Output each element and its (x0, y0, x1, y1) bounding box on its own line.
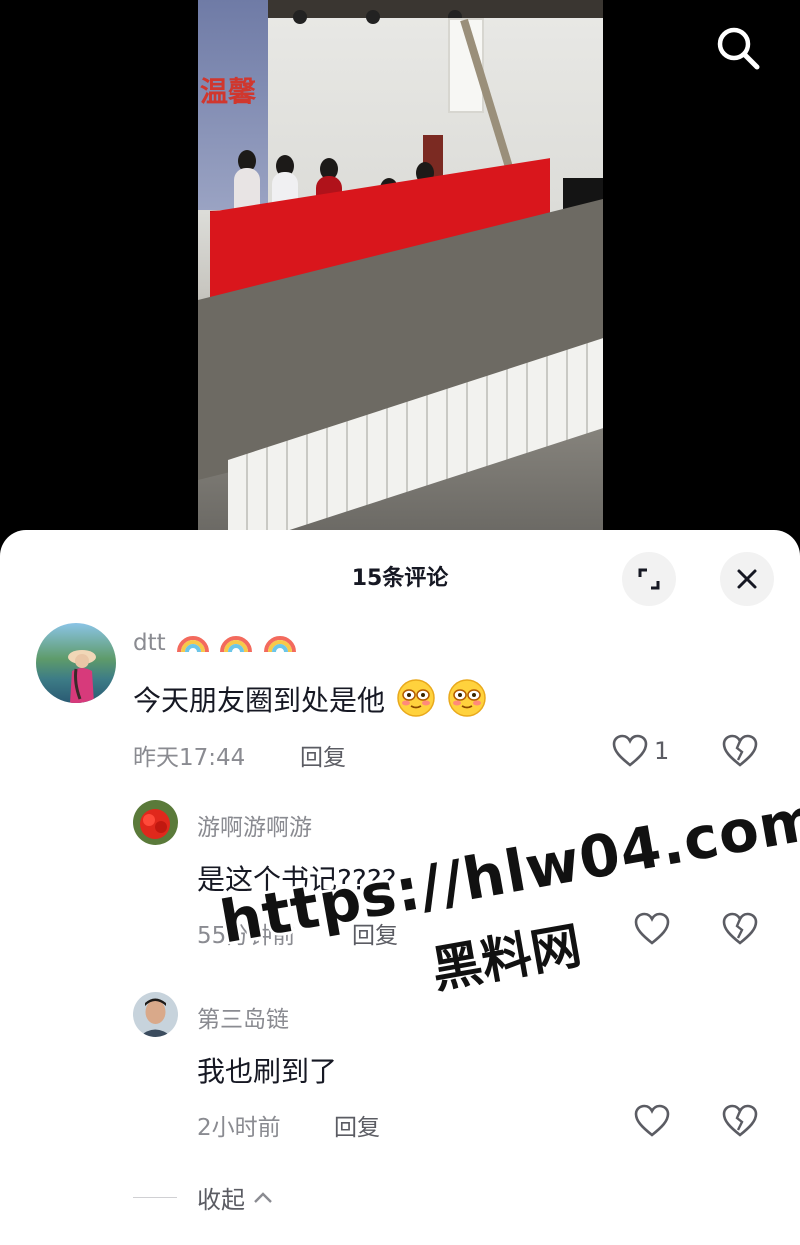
blush-emoji-icon (448, 679, 486, 717)
rainbow-emoji-icon (263, 636, 296, 653)
video-banner-text: 温馨 (200, 75, 257, 108)
like-button[interactable] (634, 1104, 670, 1138)
avatar[interactable] (133, 800, 178, 845)
avatar-image (68, 650, 96, 703)
dislike-button[interactable] (722, 912, 758, 946)
like-count: 1 (654, 737, 670, 765)
video-player[interactable]: 温馨 (0, 0, 800, 545)
broken-heart-icon (722, 1104, 758, 1137)
rainbow-emoji-icon (176, 636, 209, 653)
dislike-button[interactable] (722, 1104, 758, 1138)
avatar[interactable] (133, 992, 178, 1037)
comment-text: 我也刷到了 (197, 1055, 338, 1088)
collapse-divider (133, 1197, 177, 1198)
heart-icon (634, 912, 670, 945)
avatar-image (139, 998, 172, 1037)
comment-username[interactable]: dtt (133, 626, 296, 656)
search-button[interactable] (710, 20, 766, 76)
like-button[interactable]: 1 (612, 734, 669, 768)
video-stage-light (293, 10, 307, 24)
comment-username[interactable]: 第三岛链 (197, 1000, 289, 1034)
close-button[interactable] (720, 552, 774, 606)
heart-icon (612, 734, 648, 767)
username-text: dtt (133, 630, 166, 656)
reply-button[interactable]: 回复 (300, 738, 346, 772)
reply-button[interactable]: 回复 (334, 1108, 380, 1142)
like-button[interactable] (634, 912, 670, 946)
dislike-button[interactable] (722, 734, 758, 768)
close-icon (737, 569, 757, 589)
avatar-image (140, 809, 170, 839)
comment-text: 是这个书记???? (197, 863, 397, 896)
broken-heart-icon (722, 912, 758, 945)
chevron-up-icon (254, 1191, 272, 1203)
video-frame[interactable]: 温馨 (198, 0, 603, 530)
comments-count-title: 15条评论 (351, 566, 449, 591)
comment-text: 今天朋友圈到处是他 (133, 678, 487, 719)
broken-heart-icon (722, 734, 758, 767)
avatar[interactable] (36, 623, 116, 703)
blush-emoji-icon (397, 679, 435, 717)
comment-timestamp: 昨天17:44 (133, 745, 246, 771)
search-icon (717, 27, 760, 70)
expand-button[interactable] (622, 552, 676, 606)
video-stage-light (366, 10, 380, 24)
comment-timestamp: 2小时前 (197, 1115, 281, 1141)
comment-username[interactable]: 游啊游啊游 (197, 808, 312, 842)
collapse-label: 收起 (197, 1186, 245, 1214)
expand-icon (638, 568, 660, 590)
reply-button[interactable]: 回复 (352, 916, 398, 950)
comments-sheet: 15条评论 dtt 今天朋友圈到处是他 昨天17:44 回复 1 游啊游啊游 是… (0, 530, 800, 1245)
comments-header: 15条评论 (0, 530, 800, 626)
comment-text-content: 今天朋友圈到处是他 (133, 684, 386, 717)
rainbow-emoji-icon (220, 636, 253, 653)
comment-timestamp: 55分钟前 (197, 923, 296, 949)
collapse-replies-button[interactable]: 收起 (133, 1180, 275, 1215)
heart-icon (634, 1104, 670, 1137)
